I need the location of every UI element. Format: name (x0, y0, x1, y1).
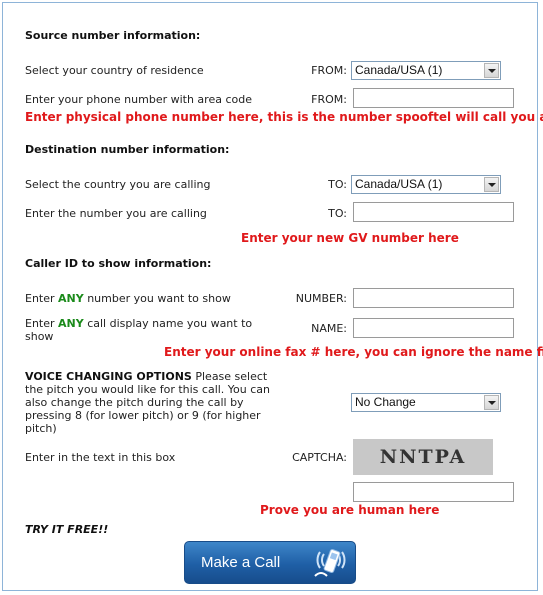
voice-options-text: VOICE CHANGING OPTIONS Please select the… (25, 370, 287, 435)
callerid-number-label-pre: Enter (25, 292, 59, 305)
callerid-heading: Caller ID to show information: (25, 257, 212, 270)
captcha-label: Enter in the text in this box (25, 451, 176, 464)
phone-icon (311, 546, 351, 586)
chevron-down-icon[interactable] (484, 177, 499, 192)
destination-number-label: Enter the number you are calling (25, 207, 207, 220)
callerid-note: Enter your online fax # here, you can ig… (164, 345, 543, 359)
callerid-name-input[interactable] (353, 318, 514, 338)
captcha-input[interactable] (353, 482, 514, 502)
destination-country-label: Select the country you are calling (25, 178, 211, 191)
destination-note: Enter your new GV number here (241, 231, 459, 245)
source-phone-from-label: FROM: (311, 93, 347, 106)
callerid-name-any: ANY (58, 317, 84, 330)
callerid-name-field-label: NAME: (311, 322, 347, 335)
callerid-number-input[interactable] (353, 288, 514, 308)
destination-country-select[interactable]: Canada/USA (1) (351, 175, 501, 194)
captcha-field-label: CAPTCHA: (292, 451, 347, 464)
captcha-note: Prove you are human here (260, 503, 440, 517)
destination-number-input[interactable] (353, 202, 514, 222)
destination-to-label: TO: (328, 178, 347, 191)
callerid-name-label: Enter ANY call display name you want to s… (25, 317, 252, 343)
try-free-text: TRY IT FREE!! (25, 523, 109, 536)
source-note: Enter physical phone number here, this i… (25, 110, 543, 124)
make-call-label: Make a Call (201, 554, 281, 571)
destination-country-value: Canada/USA (1) (355, 177, 443, 191)
callerid-name-label-post: call display name you want to (83, 317, 253, 330)
destination-heading: Destination number information: (25, 143, 230, 156)
callerid-number-field-label: NUMBER: (295, 292, 347, 305)
callerid-number-label-post: number you want to show (83, 292, 231, 305)
callerid-name-label-line2: show (25, 330, 54, 343)
destination-number-to-label: TO: (328, 207, 347, 220)
source-country-value: Canada/USA (1) (355, 63, 443, 77)
chevron-down-icon[interactable] (484, 63, 499, 78)
source-country-select[interactable]: Canada/USA (1) (351, 61, 501, 80)
voice-heading: VOICE CHANGING OPTIONS (25, 370, 192, 383)
source-phone-input[interactable] (353, 88, 514, 108)
source-from-label: FROM: (311, 64, 347, 77)
captcha-image: NNTPA (353, 439, 493, 475)
pitch-select[interactable]: No Change (351, 393, 501, 412)
source-country-label: Select your country of residence (25, 64, 204, 77)
chevron-down-icon[interactable] (484, 395, 499, 410)
callerid-number-any: ANY (58, 292, 84, 305)
source-phone-label: Enter your phone number with area code (25, 93, 252, 106)
make-call-button[interactable]: Make a Call (184, 541, 356, 584)
callerid-number-label: Enter ANY number you want to show (25, 292, 231, 305)
callerid-name-label-pre: Enter (25, 317, 59, 330)
source-heading: Source number information: (25, 29, 201, 42)
pitch-value: No Change (355, 395, 416, 409)
